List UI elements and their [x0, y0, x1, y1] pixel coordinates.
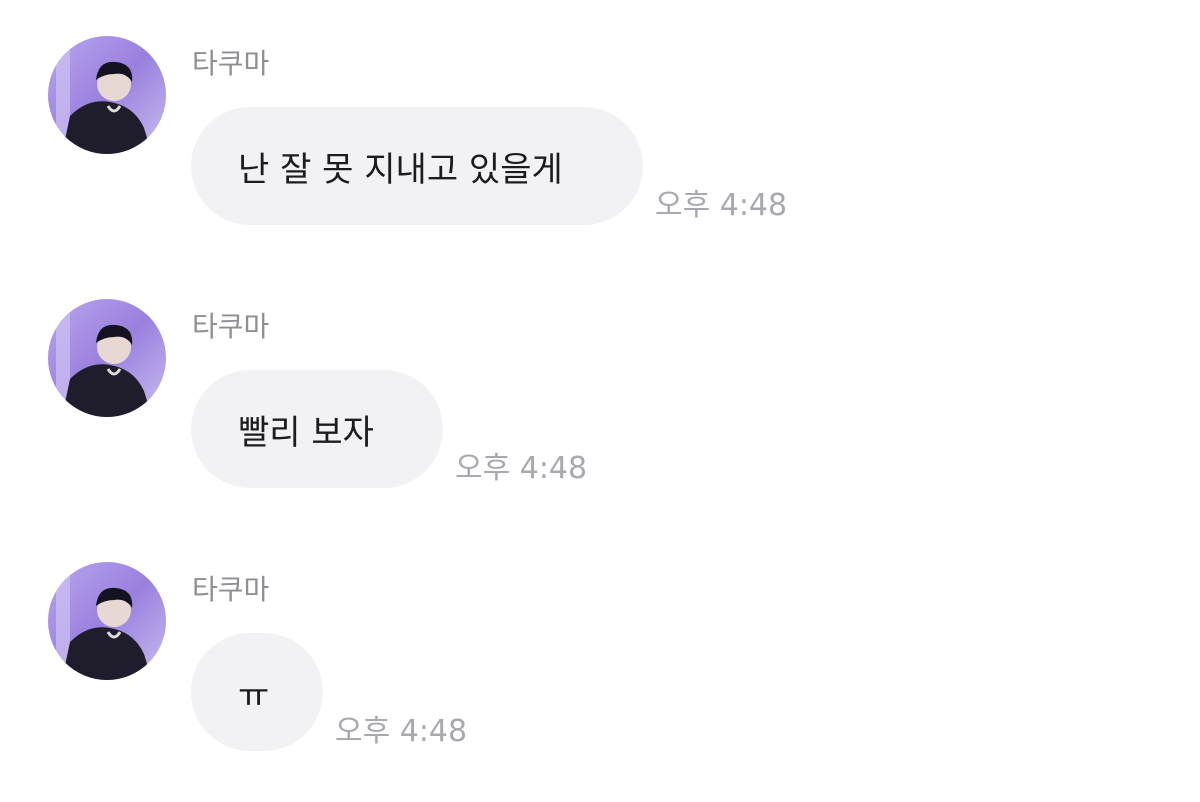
sender-name: 타쿠마 — [192, 47, 270, 80]
message-row: 타쿠마 빨리 보자 오후 4:48 — [0, 263, 1200, 525]
chat-thread: 타쿠마 난 잘 못 지내고 있을게 오후 4:48 타쿠마 빨리 보자 오후 4… — [0, 0, 1200, 802]
message-row: 타쿠마 ㅠ 오후 4:48 — [0, 526, 1200, 802]
sender-avatar[interactable] — [48, 299, 166, 417]
sender-avatar[interactable] — [48, 36, 166, 154]
avatar-image — [48, 299, 166, 417]
message-bubble[interactable]: ㅠ — [191, 633, 323, 751]
sender-avatar[interactable] — [48, 562, 166, 680]
sender-name: 타쿠마 — [192, 310, 270, 343]
message-bubble[interactable]: 빨리 보자 — [191, 370, 443, 488]
message-time: 오후 4:48 — [655, 188, 788, 223]
sender-name: 타쿠마 — [192, 573, 270, 606]
avatar-image — [48, 36, 166, 154]
message-bubble[interactable]: 난 잘 못 지내고 있을게 — [191, 107, 643, 225]
message-time: 오후 4:48 — [335, 714, 468, 749]
message-time: 오후 4:48 — [455, 451, 588, 486]
message-text: 빨리 보자 — [238, 412, 374, 453]
message-row: 타쿠마 난 잘 못 지내고 있을게 오후 4:48 — [0, 0, 1200, 262]
message-text: ㅠ — [238, 675, 270, 716]
avatar-image — [48, 562, 166, 680]
message-text: 난 잘 못 지내고 있을게 — [238, 149, 563, 190]
